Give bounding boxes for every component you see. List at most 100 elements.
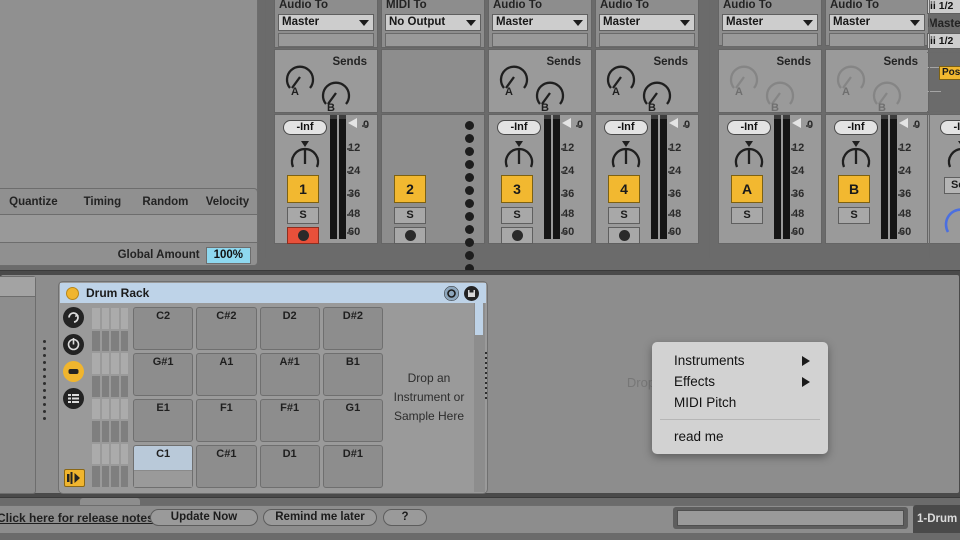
context-menu-item-read-me[interactable]: read me [652, 426, 828, 447]
mixer-return-b[interactable]: Audio To Master Sends A B -Inf B S 0 12 … [822, 0, 932, 258]
track-1-output-routing-select[interactable]: Master [278, 14, 374, 31]
context-menu-item-midi-pitch[interactable]: MIDI Pitch [652, 392, 828, 413]
return-a-output-channel-select[interactable] [722, 33, 818, 47]
drum-rack-device[interactable]: Drum Rack C2 C#2 D2 D#2 G#1 A1 A#1 B1 E1… [58, 281, 488, 494]
mixer-track-2[interactable]: In Auto Off MIDI To No Output 2 S [378, 0, 488, 299]
mixer-master-track[interactable]: ii 1/2 Master ii 1/2 Post -Inf So [925, 0, 960, 258]
track-3-output-channel-select[interactable] [492, 33, 588, 47]
mixer-return-a[interactable]: Audio To Master Sends A B -Inf A S 0 12 … [715, 0, 825, 258]
return-a-solo-button[interactable]: S [731, 207, 763, 224]
left-browser-panel[interactable] [0, 276, 36, 494]
drum-rack-chain-activator-icon[interactable] [64, 469, 85, 487]
track-1-solo-button[interactable]: S [287, 207, 319, 224]
overview-row[interactable] [91, 330, 129, 353]
drum-pad-e1[interactable]: E1 [133, 399, 194, 442]
drum-pad-as1[interactable]: A#1 [259, 353, 320, 396]
overview-row[interactable] [91, 375, 129, 398]
return-b-send-b-knob[interactable] [870, 76, 904, 110]
drum-pad-d1[interactable]: D1 [259, 445, 320, 488]
drum-rack-scrollbar-thumb[interactable] [475, 303, 483, 335]
overview-row[interactable] [91, 443, 129, 466]
master-crossfader-knob[interactable] [942, 201, 960, 239]
device-area-drag-handle[interactable] [43, 340, 49, 424]
master-pan-knob[interactable] [944, 139, 960, 171]
track-1-volume-value[interactable]: -Inf [283, 120, 327, 135]
track-2-output-routing-select[interactable]: No Output [385, 14, 481, 31]
overlay-tab[interactable]: 1-Drum [913, 505, 960, 533]
return-b-volume-value[interactable]: -Inf [834, 120, 878, 135]
context-menu-item-instruments[interactable]: Instruments [652, 350, 828, 371]
groove-column-timing[interactable]: Timing [72, 196, 133, 208]
track-4-send-b-knob[interactable] [640, 76, 674, 110]
track-1-send-a-knob[interactable] [283, 60, 317, 94]
release-notes-link[interactable]: Click here for release notes. [0, 511, 157, 525]
master-out-select[interactable]: ii 1/2 [927, 33, 960, 49]
track-1-pan-knob[interactable] [287, 139, 323, 171]
track-1-send-b-knob[interactable] [319, 76, 353, 110]
track-2-arm-button[interactable] [394, 227, 426, 244]
update-now-button[interactable]: Update Now [150, 509, 258, 526]
master-post-button[interactable]: Post [939, 66, 960, 80]
track-4-arm-button[interactable] [608, 227, 640, 244]
drum-pad-d2[interactable]: D2 [259, 307, 320, 350]
track-3-pan-knob[interactable] [501, 139, 537, 171]
return-b-pan-knob[interactable] [838, 139, 874, 171]
return-a-output-routing-select[interactable]: Master [722, 14, 818, 31]
return-b-send-a-knob[interactable] [834, 60, 868, 94]
master-cue-out-select[interactable]: ii 1/2 [927, 0, 960, 14]
hot-swap-icon[interactable] [444, 286, 459, 301]
return-b-output-channel-select[interactable] [829, 33, 925, 47]
drum-pad-fs1[interactable]: F#1 [259, 399, 320, 442]
global-amount-value[interactable]: 100% [205, 246, 251, 264]
drum-rack-scrollbar[interactable] [474, 303, 485, 492]
track-3-arm-button[interactable] [501, 227, 533, 244]
drum-pad-cs2[interactable]: C#2 [196, 307, 257, 350]
groove-column-quantize[interactable]: Quantize [0, 196, 72, 208]
drum-pad-c2[interactable]: C2 [133, 307, 194, 350]
overview-row[interactable] [91, 352, 129, 375]
drum-rack-pad-overview[interactable] [91, 307, 129, 488]
track-3-name-button[interactable]: 3 [501, 175, 533, 203]
track-4-output-routing-select[interactable]: Master [599, 14, 695, 31]
track-3-solo-button[interactable]: S [501, 207, 533, 224]
track-2-solo-button[interactable]: S [394, 207, 426, 224]
return-a-pan-knob[interactable] [731, 139, 767, 171]
drum-pad-cs1[interactable]: C#1 [196, 445, 257, 488]
track-1-output-channel-select[interactable] [278, 33, 374, 47]
track-3-volume-value[interactable]: -Inf [497, 120, 541, 135]
return-a-send-b-knob[interactable] [763, 76, 797, 110]
track-1-name-button[interactable]: 1 [287, 175, 319, 203]
track-4-send-a-knob[interactable] [604, 60, 638, 94]
return-b-solo-button[interactable]: S [838, 207, 870, 224]
save-preset-icon[interactable] [464, 286, 479, 301]
drum-rack-drop-zone[interactable]: Drop an Instrument or Sample Here [390, 307, 468, 488]
drum-pad-g1[interactable]: G1 [322, 399, 383, 442]
return-a-name-button[interactable]: A [731, 175, 763, 203]
context-menu[interactable]: Instruments Effects MIDI Pitch read me [652, 342, 828, 454]
return-a-send-a-knob[interactable] [727, 60, 761, 94]
master-solo-button[interactable]: So [944, 177, 960, 194]
overview-row[interactable] [91, 398, 129, 421]
master-volume-value[interactable]: -Inf [940, 120, 960, 135]
drum-pad-a1[interactable]: A1 [196, 353, 257, 396]
drum-pad-b1[interactable]: B1 [322, 353, 383, 396]
track-4-name-button[interactable]: 4 [608, 175, 640, 203]
mixer-track-3[interactable]: In Auto Off Audio To Master Sends A [485, 0, 595, 258]
track-2-name-button[interactable]: 2 [394, 175, 426, 203]
drum-pad-gs1[interactable]: G#1 [133, 353, 194, 396]
show-hide-macros-icon[interactable] [63, 361, 84, 382]
track-4-pan-knob[interactable] [608, 139, 644, 171]
mixer-track-4[interactable]: In Auto Off Audio To Master Sends A [592, 0, 702, 258]
show-hide-chain-list-icon[interactable] [63, 307, 84, 328]
track-4-solo-button[interactable]: S [608, 207, 640, 224]
help-button[interactable]: ? [383, 509, 427, 526]
drum-rack-pad-grid[interactable]: C2 C#2 D2 D#2 G#1 A1 A#1 B1 E1 F1 F#1 G1… [133, 307, 383, 488]
track-2-output-channel-select[interactable] [385, 33, 481, 47]
return-b-name-button[interactable]: B [838, 175, 870, 203]
track-1-arm-button[interactable] [287, 227, 319, 244]
overview-row[interactable] [91, 307, 129, 330]
remind-me-later-button[interactable]: Remind me later [263, 509, 377, 526]
drum-pad-f1[interactable]: F1 [196, 399, 257, 442]
status-text-field[interactable] [677, 510, 904, 526]
mixer-track-1[interactable]: In Auto Off Audio To Master Sends A [271, 0, 381, 258]
